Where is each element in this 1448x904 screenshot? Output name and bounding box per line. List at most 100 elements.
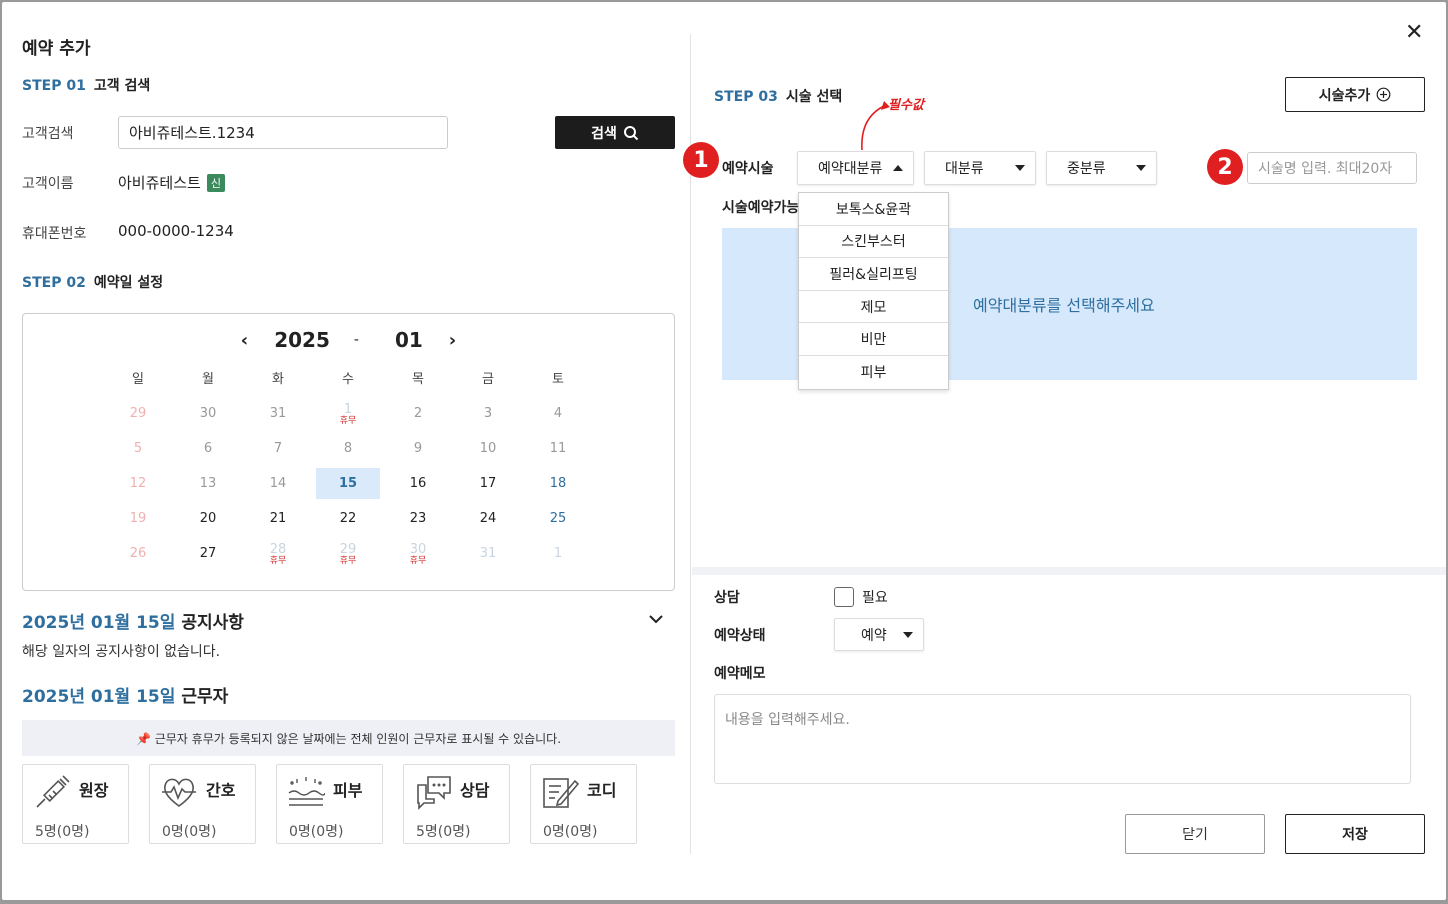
phone-label: 휴대폰번호	[22, 226, 87, 242]
customer-name-value: 아비쥬테스트	[118, 174, 201, 192]
calendar-day[interactable]: 30	[173, 398, 243, 429]
notice-date: 2025년 01월 15일	[22, 613, 176, 633]
calendar-day[interactable]: 16	[383, 468, 453, 499]
calendar-day[interactable]: 30 휴무	[383, 538, 453, 569]
skin-icon	[288, 777, 325, 806]
calendar-day[interactable]: 2	[383, 398, 453, 429]
save-button-label: 저장	[1342, 827, 1368, 843]
calendar-day[interactable]: 8	[313, 433, 383, 464]
calendar-day[interactable]: 26	[103, 538, 173, 569]
step2-num: STEP 02	[22, 275, 86, 291]
calendar-week: 26 27 28 휴무 29 휴무 30 휴무 31 1	[103, 536, 593, 571]
calendar-day[interactable]: 11	[523, 433, 593, 464]
weekday-row: 일월화수목금토	[103, 366, 593, 388]
calendar-day[interactable]: 19	[103, 503, 173, 534]
calendar-day[interactable]: 3	[453, 398, 523, 429]
close-icon[interactable]: ✕	[1405, 20, 1423, 45]
calendar-day[interactable]: 18	[523, 468, 593, 499]
calendar-day[interactable]: 12	[103, 468, 173, 499]
save-button[interactable]: 저장	[1285, 814, 1425, 854]
memo-textarea[interactable]: 내용을 입력해주세요.	[714, 694, 1411, 784]
plus-circle-icon	[1376, 87, 1391, 102]
day-number: 25	[549, 511, 567, 526]
day-number: 26	[129, 546, 147, 561]
staff-name: 상담	[460, 781, 490, 800]
staff-card-skin[interactable]: 피부 0명(0명)	[276, 764, 383, 844]
calendar-day[interactable]: 22	[313, 503, 383, 534]
calendar-day[interactable]: 25	[523, 503, 593, 534]
staff-count: 5명(0명)	[35, 824, 90, 840]
calendar-day[interactable]: 31	[243, 398, 313, 429]
calendar-day[interactable]: 23	[383, 503, 453, 534]
step1-title: 고객 검색	[93, 78, 151, 94]
calendar-day[interactable]: 1	[523, 538, 593, 569]
calendar-day[interactable]: 21	[243, 503, 313, 534]
staff-card-nurse[interactable]: 간호 0명(0명)	[149, 764, 256, 844]
main-category-select[interactable]: 예약대분류	[797, 151, 914, 185]
holiday-label: 휴무	[339, 415, 357, 426]
staff-card-coordinator[interactable]: 코디 0명(0명)	[530, 764, 637, 844]
step2-title: 예약일 설정	[93, 275, 164, 291]
staff-card-consult[interactable]: 상담 5명(0명)	[403, 764, 510, 844]
consult-checkbox[interactable]	[834, 587, 854, 607]
chevron-down-icon[interactable]	[648, 613, 664, 625]
calendar-day[interactable]: 13	[173, 468, 243, 499]
calendar-day[interactable]: 29 휴무	[313, 538, 383, 569]
day-number: 13	[199, 476, 217, 491]
prev-month-icon[interactable]: ‹	[229, 330, 260, 351]
next-month-icon[interactable]: ›	[437, 330, 468, 351]
dropdown-option[interactable]: 비만	[799, 323, 948, 356]
chat-icon	[417, 776, 451, 810]
calendar-day[interactable]: 24	[453, 503, 523, 534]
calendar-day[interactable]: 29	[103, 398, 173, 429]
calendar-day[interactable]: 9	[383, 433, 453, 464]
customer-search-label: 고객검색	[22, 126, 74, 142]
add-procedure-button[interactable]: 시술추가	[1285, 77, 1425, 112]
calendar-day[interactable]: 31	[453, 538, 523, 569]
staff-card-director[interactable]: 원장 5명(0명)	[22, 764, 129, 844]
procedure-name-input[interactable]: 시술명 입력. 최대20자	[1247, 152, 1417, 184]
day-number: 7	[273, 441, 283, 456]
dropdown-option[interactable]: 제모	[799, 291, 948, 324]
calendar-day[interactable]: 10	[453, 433, 523, 464]
day-number: 18	[549, 476, 567, 491]
calendar-day[interactable]: 20	[173, 503, 243, 534]
calendar-day[interactable]: 28 휴무	[243, 538, 313, 569]
calendar-day[interactable]: 1 휴무	[313, 398, 383, 429]
step2-heading: STEP 02 예약일 설정	[22, 272, 163, 292]
category-select[interactable]: 대분류	[924, 151, 1036, 185]
calendar-day[interactable]: 4	[523, 398, 593, 429]
day-number: 14	[269, 476, 287, 491]
calendar-sep: -	[353, 332, 359, 348]
day-number: 28	[269, 541, 287, 557]
marker-badge-1: 1	[683, 142, 719, 178]
calendar-day[interactable]: 6	[173, 433, 243, 464]
customer-name: 아비쥬테스트 신	[118, 172, 225, 193]
new-customer-badge: 신	[206, 173, 225, 192]
calendar-week: 5 6 7 8 9 10 11	[103, 431, 593, 466]
calendar-day-selected[interactable]: 15	[316, 468, 380, 499]
day-number: 22	[339, 511, 357, 526]
customer-search-input[interactable]: 아비쥬테스트.1234	[118, 116, 448, 149]
status-select[interactable]: 예약	[834, 618, 924, 651]
close-button[interactable]: 닫기	[1125, 814, 1265, 854]
dropdown-option[interactable]: 스킨부스터	[799, 226, 948, 259]
dropdown-option[interactable]: 보톡스&윤곽	[799, 193, 948, 226]
add-procedure-label: 시술추가	[1318, 87, 1371, 104]
available-label: 시술예약가능	[722, 200, 800, 216]
calendar-day[interactable]: 14	[243, 468, 313, 499]
calendar-day[interactable]: 5	[103, 433, 173, 464]
search-button[interactable]: 검색	[555, 116, 675, 149]
phone-value: 000-0000-1234	[118, 222, 234, 240]
sub-category-select[interactable]: 중분류	[1046, 151, 1157, 185]
dropdown-option[interactable]: 피부	[799, 356, 948, 389]
weekday-label: 월	[202, 371, 214, 387]
weekday-label: 금	[482, 371, 494, 387]
calendar-day[interactable]: 27	[173, 538, 243, 569]
dropdown-option[interactable]: 필러&실리프팅	[799, 258, 948, 291]
step1-num: STEP 01	[22, 78, 86, 94]
calendar-grid: 일 월 화 수 목 금 토 29 30 31 1 휴무 2 3 4 5 6 7 8 9 10 11 12 13 14 15 16 17…	[103, 366, 593, 571]
day-number: 1	[343, 401, 353, 417]
calendar-day[interactable]: 17	[453, 468, 523, 499]
calendar-day[interactable]: 7	[243, 433, 313, 464]
